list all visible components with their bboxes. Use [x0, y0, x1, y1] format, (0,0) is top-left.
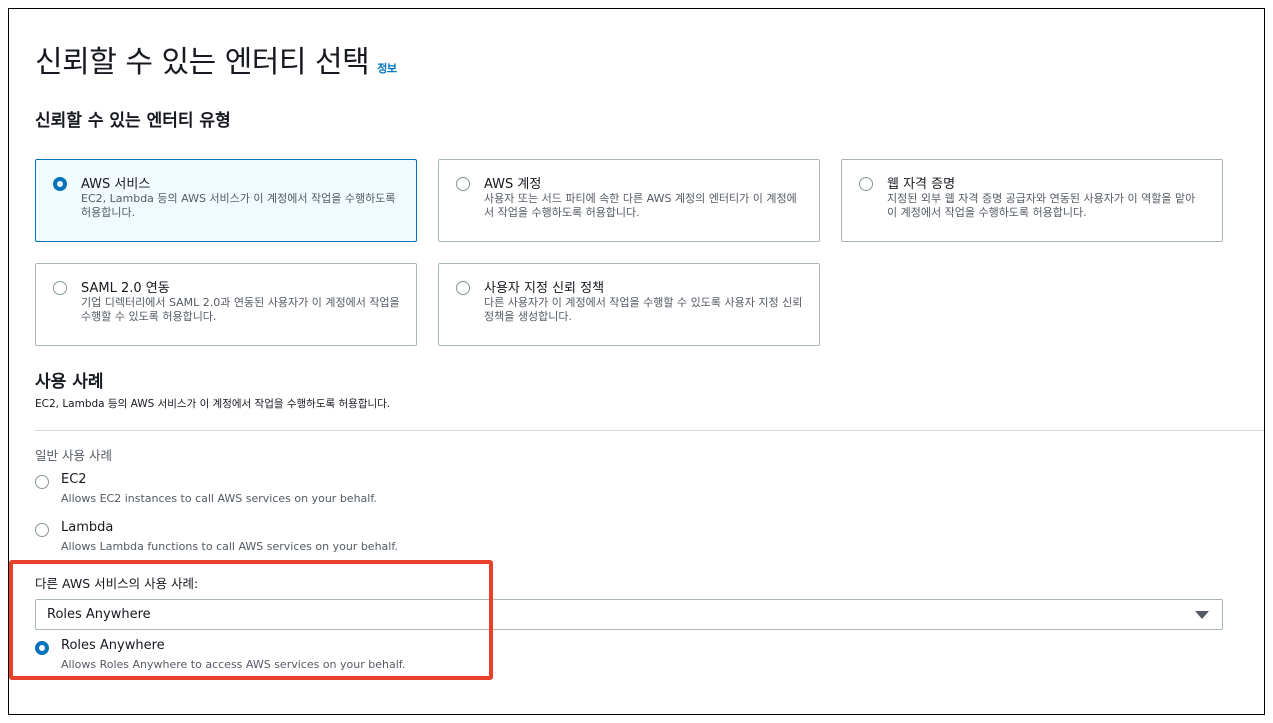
trusted-entity-type-heading: 신뢰할 수 있는 엔터티 유형 [35, 111, 231, 131]
tile-aws-account[interactable]: AWS 계정 사용자 또는 서드 파티에 속한 다른 AWS 계정의 엔터티가 … [438, 159, 820, 242]
radio-icon[interactable] [35, 641, 49, 655]
option-title: EC2 [61, 472, 87, 487]
tile-description: 다른 사용자가 이 계정에서 작업을 수행할 수 있도록 사용자 지정 신뢰 정… [484, 296, 803, 323]
page-frame: 신뢰할 수 있는 엔터티 선택 정보 신뢰할 수 있는 엔터티 유형 AWS 서… [8, 8, 1265, 715]
tile-description: 기업 디렉터리에서 SAML 2.0과 연동된 사용자가 이 계정에서 작업을 … [81, 296, 400, 323]
radio-icon[interactable] [35, 523, 49, 537]
tile-title: 웹 자격 증명 [887, 177, 956, 192]
radio-icon[interactable] [859, 177, 873, 191]
tile-description: EC2, Lambda 등의 AWS 서비스가 이 계정에서 작업을 수행하도록… [81, 192, 396, 219]
page-title-text: 신뢰할 수 있는 엔터티 선택 [35, 45, 370, 80]
radio-icon[interactable] [456, 177, 470, 191]
tile-saml-federation[interactable]: SAML 2.0 연동 기업 디렉터리에서 SAML 2.0과 연동된 사용자가… [35, 263, 417, 346]
option-title: Lambda [61, 520, 114, 535]
tile-title: AWS 계정 [484, 177, 542, 192]
divider [35, 430, 1264, 431]
common-use-cases-label: 일반 사용 사례 [35, 448, 112, 463]
info-link[interactable]: 정보 [377, 60, 397, 76]
tile-aws-service[interactable]: AWS 서비스 EC2, Lambda 등의 AWS 서비스가 이 계정에서 작… [35, 159, 417, 242]
tile-custom-trust-policy[interactable]: 사용자 지정 신뢰 정책 다른 사용자가 이 계정에서 작업을 수행할 수 있도… [438, 263, 820, 346]
other-services-label: 다른 AWS 서비스의 사용 사례: [35, 576, 199, 591]
service-select[interactable]: Roles Anywhere [35, 599, 1223, 630]
tile-web-identity[interactable]: 웹 자격 증명 지정된 외부 웹 자격 증명 공급자와 연동된 사용자가 이 역… [841, 159, 1223, 242]
tile-description: 지정된 외부 웹 자격 증명 공급자와 연동된 사용자가 이 역할을 맡아 이 … [887, 192, 1196, 219]
tile-title: SAML 2.0 연동 [81, 281, 170, 296]
use-case-heading: 사용 사례 [35, 372, 104, 392]
option-description: Allows EC2 instances to call AWS service… [61, 492, 377, 505]
radio-icon[interactable] [53, 281, 67, 295]
option-description: Allows Lambda functions to call AWS serv… [61, 540, 398, 553]
radio-icon[interactable] [456, 281, 470, 295]
use-case-description: EC2, Lambda 등의 AWS 서비스가 이 계정에서 작업을 수행하도록… [35, 398, 391, 410]
tile-title: AWS 서비스 [81, 177, 151, 192]
option-title: Roles Anywhere [61, 638, 165, 653]
option-description: Allows Roles Anywhere to access AWS serv… [61, 658, 406, 671]
radio-icon[interactable] [53, 177, 67, 191]
tile-title: 사용자 지정 신뢰 정책 [484, 281, 605, 296]
radio-icon[interactable] [35, 475, 49, 489]
caret-down-icon[interactable] [1195, 611, 1209, 619]
tile-description: 사용자 또는 서드 파티에 속한 다른 AWS 계정의 엔터티가 이 계정에서 … [484, 192, 797, 219]
page-title: 신뢰할 수 있는 엔터티 선택 정보 [35, 37, 397, 81]
service-select-value: Roles Anywhere [47, 607, 151, 622]
